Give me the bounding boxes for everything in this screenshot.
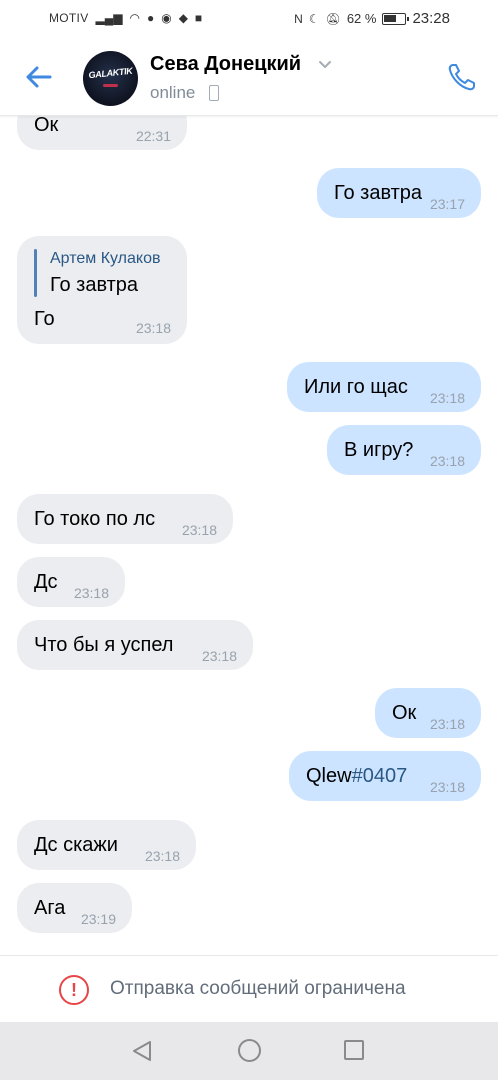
contact-name[interactable]: Сева Донецкий xyxy=(150,53,301,76)
message-outgoing[interactable]: Или го щас 23:18 xyxy=(287,362,481,412)
message-time: 23:18 xyxy=(429,390,465,406)
message-text-prefix: Qlew xyxy=(306,765,352,787)
message-time: 23:18 xyxy=(429,716,465,732)
system-nav-bar xyxy=(0,1022,498,1080)
message-incoming[interactable]: Го токо по лс 23:18 xyxy=(17,494,233,544)
message-text: Или го щас xyxy=(304,376,408,398)
chat-header: GALAKTIK Сева Донецкий online xyxy=(0,38,498,116)
message-incoming[interactable]: Ага 23:19 xyxy=(17,883,132,933)
message-time: 23:18 xyxy=(429,779,465,795)
message-text: Ага xyxy=(34,897,66,919)
message-outgoing[interactable]: В игру? 23:18 xyxy=(327,425,481,475)
clock: 23:28 xyxy=(412,10,450,27)
message-text: Ок xyxy=(392,702,417,724)
message-text: Дс xyxy=(34,571,58,593)
message-notification-icon: ● xyxy=(146,11,155,25)
status-right: N ☾ 🔕︎ 62 % 23:28 xyxy=(294,10,450,27)
message-incoming[interactable]: Дс 23:18 xyxy=(17,557,125,607)
carrier-label: MOTIV xyxy=(49,11,89,25)
chevron-down-icon[interactable] xyxy=(318,60,332,70)
avatar-logo: GALAKTIK xyxy=(88,65,133,81)
message-time: 23:18 xyxy=(144,848,180,864)
message-incoming[interactable]: Дс скажи 23:18 xyxy=(17,820,196,870)
message-time: 23:18 xyxy=(429,453,465,469)
mobile-icon xyxy=(209,85,219,101)
back-arrow-icon[interactable] xyxy=(22,60,56,94)
video-icon: ■ xyxy=(194,11,203,25)
signal-icon: ▂▄▆ xyxy=(95,11,123,25)
message-text: В игру? xyxy=(344,439,414,461)
avatar-logo-accent xyxy=(103,84,118,87)
message-text: Го xyxy=(34,308,55,330)
nav-recent-icon[interactable] xyxy=(344,1040,364,1060)
contact-status: online xyxy=(150,83,196,102)
message-time: 23:19 xyxy=(80,911,116,927)
message-text: Го завтра xyxy=(334,182,423,204)
status-bar: MOTIV ▂▄▆ ◠ ● ◉ ◆ ■ N ☾ 🔕︎ 62 % 23:28 xyxy=(0,0,498,38)
message-outgoing[interactable]: Ок 23:18 xyxy=(375,688,481,738)
status-left: MOTIV ▂▄▆ ◠ ● ◉ ◆ ■ xyxy=(49,11,202,25)
message-outgoing[interactable]: Qlew#0407 23:18 xyxy=(289,751,481,801)
hashtag-link[interactable]: #0407 xyxy=(352,751,408,801)
message-incoming[interactable]: Что бы я успел 23:18 xyxy=(17,620,253,670)
discord-icon: ◆ xyxy=(178,11,188,25)
reply-text: Го завтра xyxy=(50,274,139,296)
message-time: 23:18 xyxy=(181,522,217,538)
message-time: 22:31 xyxy=(135,128,171,144)
battery-percent: 62 % xyxy=(346,11,377,26)
battery-fill xyxy=(384,14,397,22)
moon-icon: ☾ xyxy=(308,11,320,26)
mute-bell-icon: 🔕︎ xyxy=(325,11,341,26)
message-time: 23:18 xyxy=(135,320,171,336)
message-time: 23:17 xyxy=(429,196,465,212)
reply-author[interactable]: Артем Кулаков xyxy=(50,250,161,268)
battery-icon xyxy=(382,12,410,25)
nfc-icon: N xyxy=(294,11,303,26)
message-text: Го токо по лс xyxy=(34,508,156,530)
chrome-icon: ◉ xyxy=(161,11,172,25)
nav-back-icon[interactable] xyxy=(131,1039,153,1063)
phone-icon[interactable] xyxy=(445,60,479,94)
messaging-restricted-bar: ! Отправка сообщений ограничена xyxy=(0,955,498,1022)
reply-quote-bar xyxy=(34,249,37,297)
nav-home-icon[interactable] xyxy=(238,1039,261,1062)
message-time: 23:18 xyxy=(73,585,109,601)
message-outgoing[interactable]: Го завтра 23:17 xyxy=(317,168,481,218)
message-incoming-reply[interactable]: Артем Кулаков Го завтра Го 23:18 xyxy=(17,236,187,344)
wifi-icon: ◠ xyxy=(129,11,140,25)
warning-icon: ! xyxy=(59,975,89,1005)
message-time: 23:18 xyxy=(201,648,237,664)
restriction-text: Отправка сообщений ограничена xyxy=(110,978,406,999)
message-text: Дс скажи xyxy=(34,834,118,856)
avatar[interactable]: GALAKTIK xyxy=(83,51,138,106)
message-text: Что бы я успел xyxy=(34,634,174,656)
